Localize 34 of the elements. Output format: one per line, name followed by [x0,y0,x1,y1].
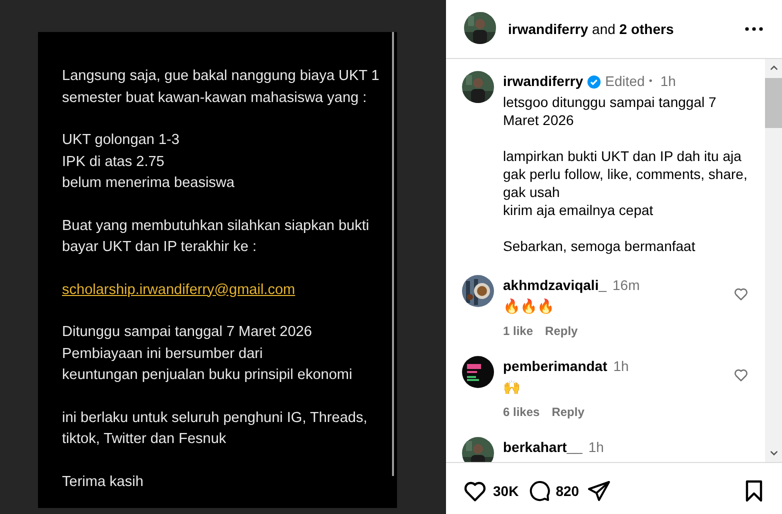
comment-likes[interactable]: 6 likes [503,403,540,421]
comment-likes[interactable]: 1 like [503,322,534,340]
scrollbar-thumb[interactable] [765,78,782,128]
comment-text: 🙌 [503,378,520,397]
note-paragraph: Ditunggu sampai tanggal 7 Maret 2026 Pembiayaan ini bersumber dari keuntungan penjualan buku prinsipil ekonomi [62,323,352,385]
comment-username[interactable]: pemberimandat [503,356,608,377]
separator-dot: • [648,75,652,89]
comment-username[interactable]: akhmdzaviqali_ [503,275,606,296]
note-paragraph: Langsung saja, gue bakal nanggung biaya UKT 1 semester buat kawan-kawan mahasiswa yang : [62,67,380,108]
comment-time: 16m [612,276,640,295]
note-paragraph: Buat yang membutuhkan silahkan siapkan bukti bayar UKT dan IP terakhir ke : [62,216,370,257]
reply-link[interactable]: Reply [545,322,578,340]
comment-count: 820 [556,482,580,500]
reply-link[interactable]: Reply [552,403,584,421]
caption-text: Sebarkan, semoga bermanfaat [503,237,696,255]
note-paragraph: ini berlaku untuk seluruh penghuni IG, Threads, tiktok, Twitter dan Fesnuk [62,408,368,449]
note-paragraph: Terima kasih [62,472,144,492]
edited-label: Edited [605,72,645,91]
note-paragraph: UKT golongan 1-3 IPK di atas 2.75 belum menerima beasiswa [62,131,234,193]
email-link[interactable]: scholarship.irwandiferry@gmail.com [62,280,296,301]
scroll-up-icon[interactable] [770,65,778,71]
comment-text: 🔥🔥🔥 [503,297,554,316]
comment-time: 1h [588,438,604,457]
post-time: 1h [660,72,676,91]
send-icon[interactable] [587,479,612,503]
caption-text: letsgoo ditunggu sampai tanggal 7 Maret 2026 [503,93,716,129]
username[interactable]: irwandiferry [503,71,584,92]
comment-username[interactable]: berkahart__ [503,437,582,458]
scroll-down-icon[interactable] [770,450,778,456]
like-count: 30K [493,482,519,500]
comment-time: 1h [613,357,629,376]
scrollbar[interactable] [765,59,782,462]
post-authors[interactable]: irwandiferry and 2 others [508,18,742,40]
caption-text: lampirkan bukti UKT dan IP dah itu aja gak perlu follow, like, comments, share, gak usah kirim aja emailnya cepat [503,147,748,219]
